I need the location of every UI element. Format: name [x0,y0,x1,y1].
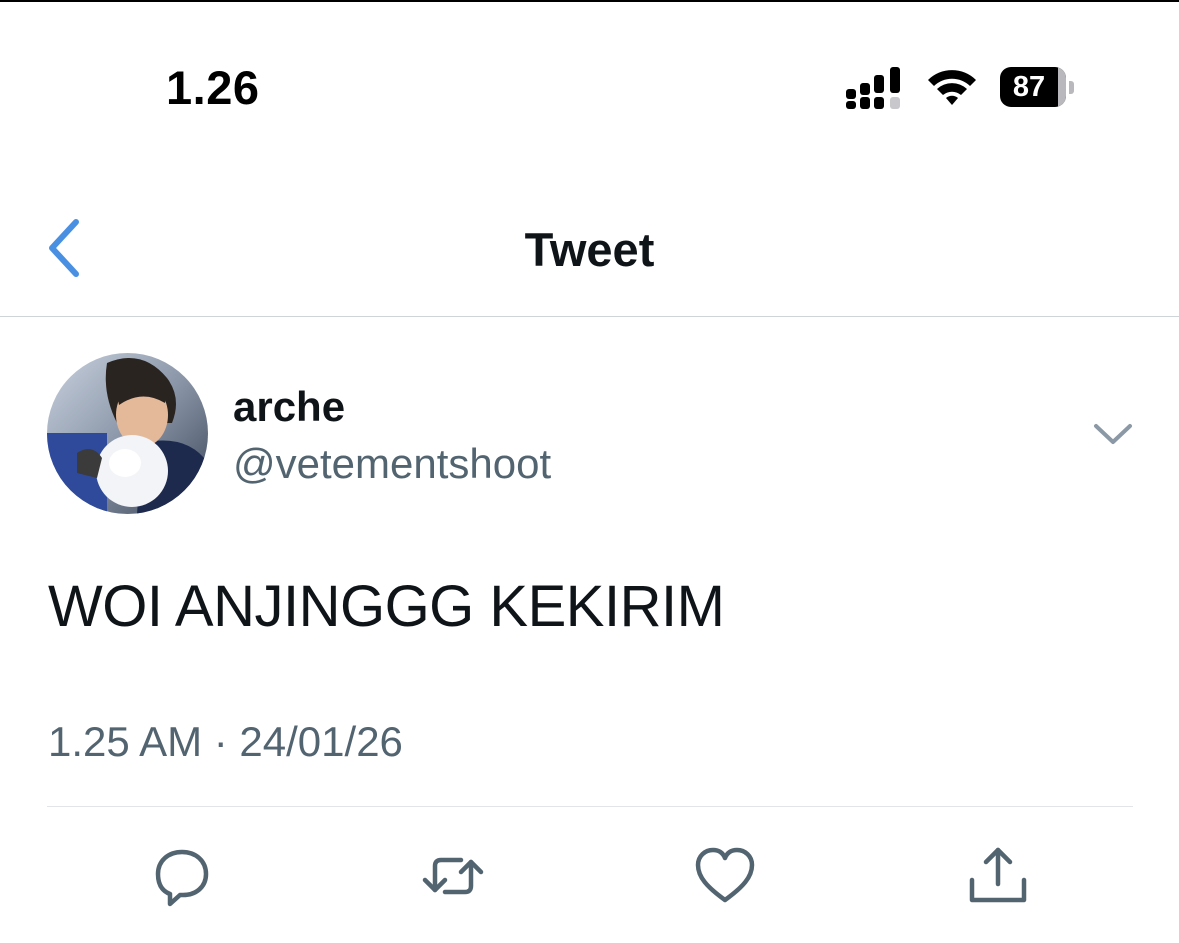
wifi-icon [928,70,976,105]
author-name[interactable]: arche [233,383,345,431]
signal-icon [846,67,900,109]
status-time: 1.26 [166,61,260,114]
battery-icon: 87 [1000,67,1074,107]
share-icon [969,847,1027,903]
like-button[interactable] [693,844,757,908]
reply-button[interactable] [150,844,214,908]
author-handle[interactable]: @vetementshoot [233,440,551,488]
nav-divider [0,316,1179,317]
actions-divider [47,806,1133,807]
tweet-timestamp[interactable]: 1.25 AM · 24/01/26 [48,718,403,766]
more-options-button[interactable] [1090,416,1136,452]
like-icon [695,847,755,903]
page-title: Tweet [524,223,655,276]
top-edge-line [0,0,1179,2]
tweet-text: WOI ANJINGGG KEKIRIM [48,574,725,639]
reply-icon [155,849,209,907]
status-icons: 87 [844,64,1074,110]
retweet-icon [422,857,484,895]
retweet-button[interactable] [421,844,485,908]
share-button[interactable] [966,844,1030,908]
battery-percent: 87 [1012,71,1046,103]
avatar[interactable] [47,353,208,514]
avatar-photo [47,353,208,514]
chevron-down-icon [1094,424,1132,444]
